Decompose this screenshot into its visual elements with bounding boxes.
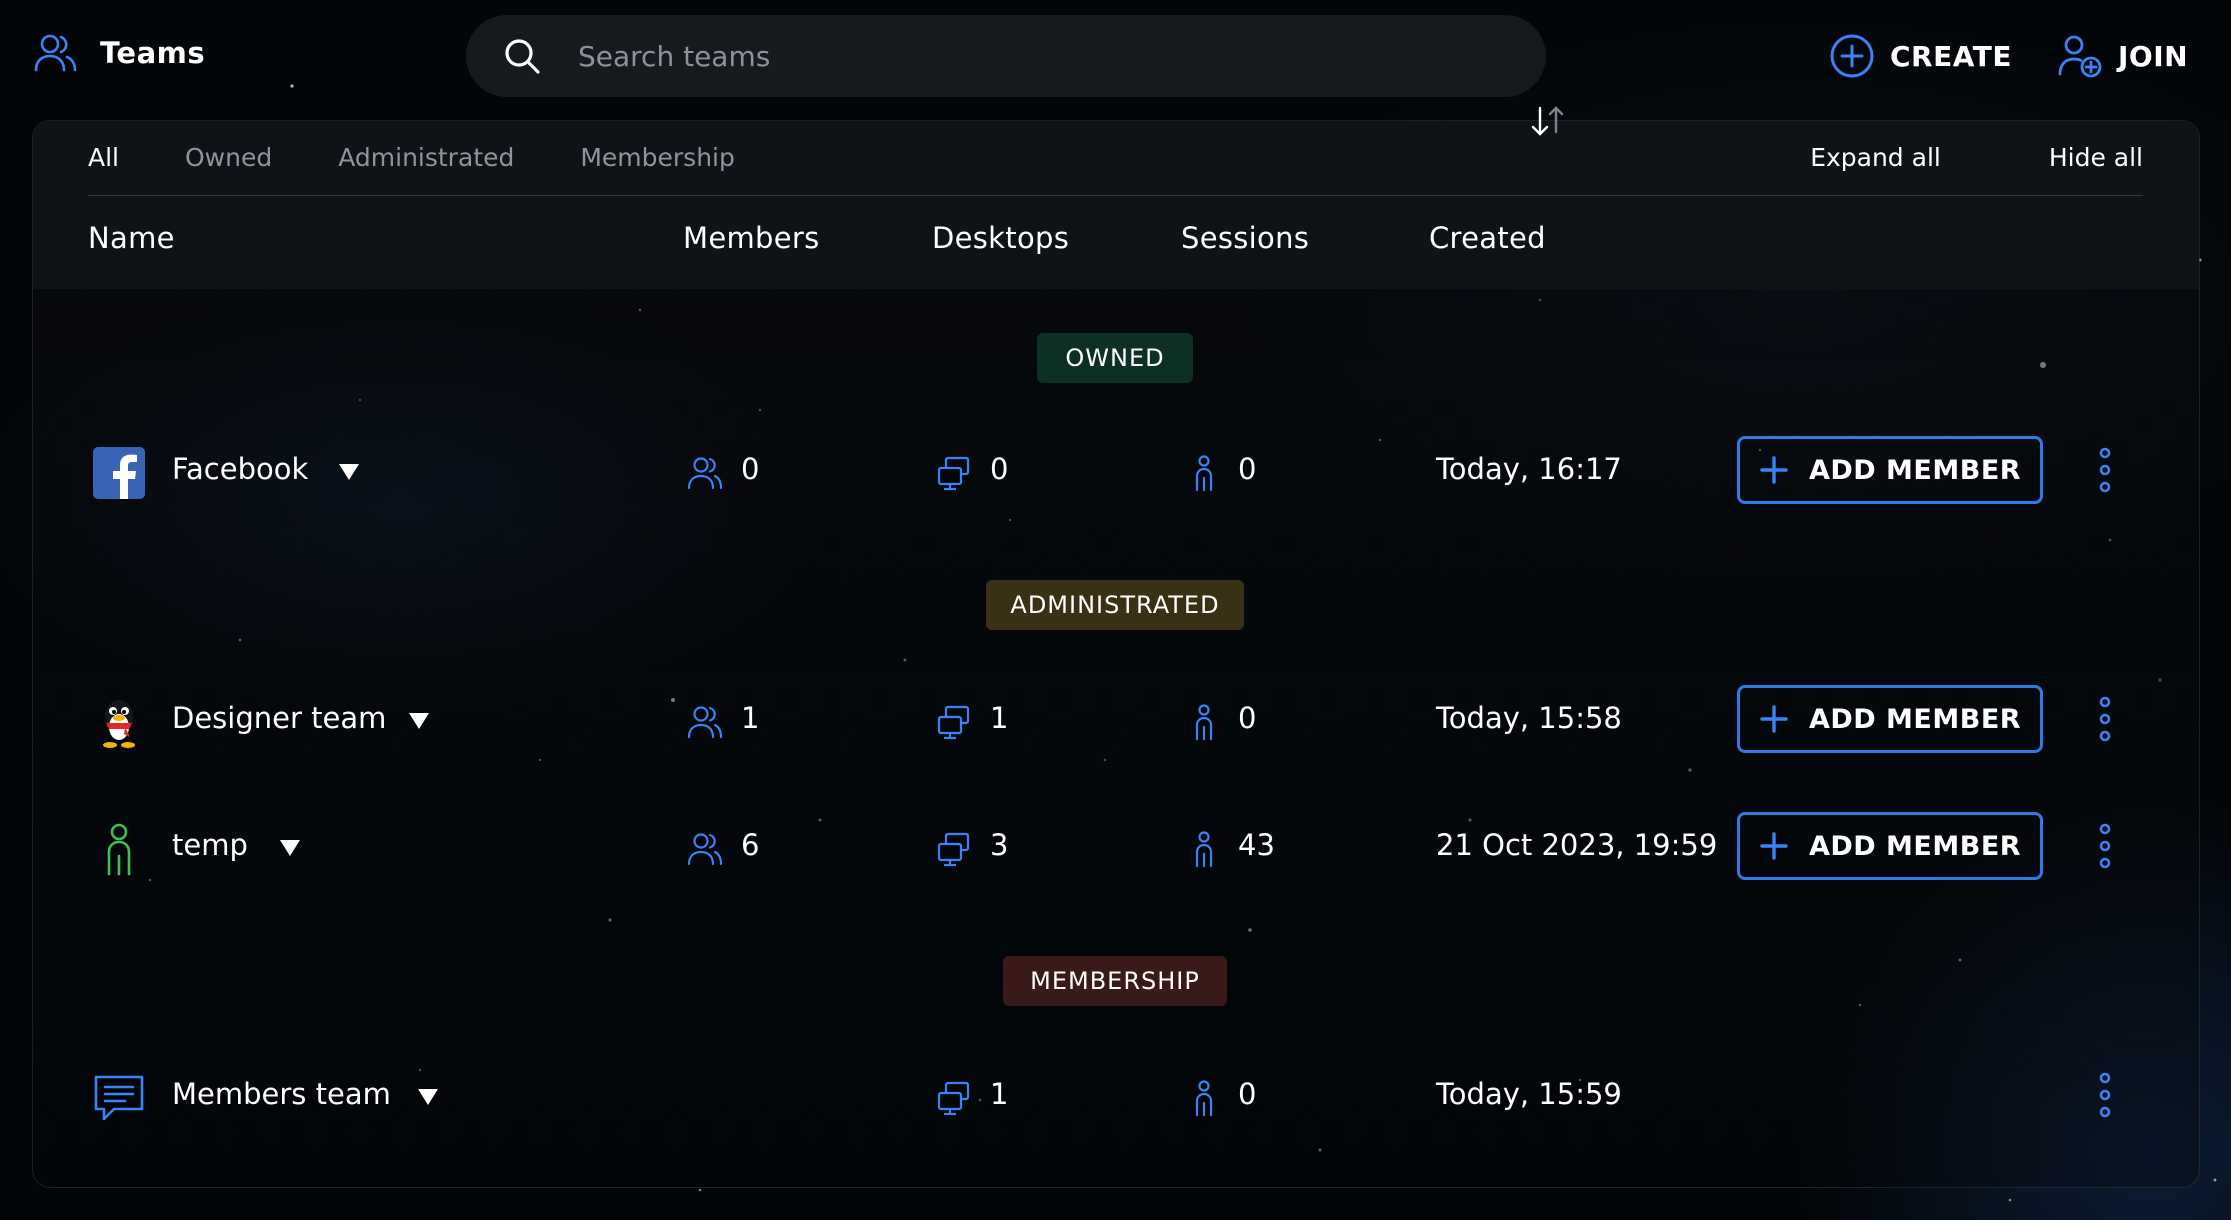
sessions-count: 0 [1238, 701, 1257, 735]
session-user-icon [1195, 704, 1213, 741]
join-label: JOIN [2118, 39, 2189, 73]
hide-all-button[interactable]: Hide all [2049, 143, 2143, 172]
top-bar: Teams CREATE JOIN [0, 0, 2231, 112]
join-button[interactable]: JOIN [2056, 32, 2188, 80]
members-count: 0 [741, 452, 760, 486]
section-badge-membership: MEMBERSHIP [1003, 956, 1227, 1006]
teams-panel: All Owned Administrated Membership Expan… [32, 120, 2200, 1188]
more-options-icon[interactable] [2095, 446, 2115, 494]
created-date: Today, 15:59 [1436, 1077, 1622, 1111]
section-badge-owned: OWNED [1037, 333, 1193, 383]
expand-caret-icon[interactable] [339, 464, 359, 480]
add-member-button[interactable]: ADD MEMBER [1737, 812, 2043, 880]
plus-icon [1760, 832, 1788, 860]
chat-icon [94, 1075, 144, 1121]
panel-header: All Owned Administrated Membership Expan… [33, 121, 2199, 289]
filter-tabs: All Owned Administrated Membership [88, 143, 801, 172]
table-row[interactable]: Designer team 1 1 0 Today, 15:58 ADD MEM… [0, 681, 2231, 761]
table-row[interactable]: Facebook 0 0 0 Today, 16:17 ADD MEMBER [0, 432, 2231, 512]
facebook-icon [93, 447, 145, 499]
members-icon [687, 833, 723, 866]
members-icon [687, 457, 723, 490]
created-date: 21 Oct 2023, 19:59 [1436, 828, 1718, 862]
session-user-icon [1195, 1080, 1213, 1117]
column-header-name[interactable]: Name [88, 221, 175, 255]
table-row[interactable]: Members team 1 0 Today, 15:59 [0, 1057, 2231, 1137]
penguin-icon [103, 700, 135, 748]
members-icon [687, 706, 723, 739]
desktops-icon [937, 1081, 970, 1116]
sessions-count: 0 [1238, 452, 1257, 486]
sort-icon[interactable] [1528, 104, 1568, 138]
column-header-members[interactable]: Members [683, 221, 820, 255]
tab-owned[interactable]: Owned [185, 143, 272, 172]
add-member-label: ADD MEMBER [1808, 454, 2022, 486]
desktops-count: 1 [990, 701, 1009, 735]
sessions-count: 43 [1238, 828, 1275, 862]
expand-caret-icon[interactable] [418, 1089, 438, 1105]
teams-icon [34, 34, 77, 72]
more-options-icon[interactable] [2095, 695, 2115, 743]
created-date: Today, 15:58 [1436, 701, 1622, 735]
expand-caret-icon[interactable] [280, 840, 300, 856]
user-plus-icon [2058, 35, 2102, 78]
column-header-sessions[interactable]: Sessions [1181, 221, 1309, 255]
column-header-created[interactable]: Created [1429, 221, 1546, 255]
team-name[interactable]: Members team [172, 1077, 391, 1111]
sessions-count: 0 [1238, 1077, 1257, 1111]
search-input[interactable] [576, 38, 1480, 74]
session-user-icon [1195, 831, 1213, 868]
members-count: 6 [741, 828, 760, 862]
table-row[interactable]: temp 6 3 43 21 Oct 2023, 19:59 ADD MEMBE… [0, 808, 2231, 888]
add-member-button[interactable]: ADD MEMBER [1737, 436, 2043, 504]
header-divider [88, 195, 2143, 196]
desktops-icon [937, 705, 970, 740]
add-member-label: ADD MEMBER [1808, 830, 2022, 862]
team-name[interactable]: Facebook [172, 452, 308, 486]
person-icon [107, 823, 131, 876]
expand-caret-icon[interactable] [409, 713, 429, 729]
add-member-button[interactable]: ADD MEMBER [1737, 685, 2043, 753]
more-options-icon[interactable] [2095, 822, 2115, 870]
desktops-count: 0 [990, 452, 1009, 486]
tab-all[interactable]: All [88, 143, 119, 172]
plus-circle-icon [1830, 34, 1874, 78]
team-name[interactable]: Designer team [172, 701, 386, 735]
column-header-desktops[interactable]: Desktops [932, 221, 1069, 255]
plus-icon [1760, 456, 1788, 484]
session-user-icon [1195, 455, 1213, 492]
expand-all-button[interactable]: Expand all [1810, 143, 1941, 172]
expand-controls: Expand all Hide all [1810, 143, 2143, 172]
create-button[interactable]: CREATE [1828, 32, 2012, 80]
desktops-icon [937, 832, 970, 867]
desktops-count: 3 [990, 828, 1009, 862]
team-name[interactable]: temp [172, 828, 248, 862]
plus-icon [1760, 705, 1788, 733]
tab-membership[interactable]: Membership [580, 143, 735, 172]
desktops-icon [937, 456, 970, 491]
created-date: Today, 16:17 [1436, 452, 1622, 486]
tab-administrated[interactable]: Administrated [338, 143, 514, 172]
create-label: CREATE [1890, 39, 2012, 73]
search-icon [505, 39, 540, 74]
more-options-icon[interactable] [2095, 1071, 2115, 1119]
members-count: 1 [741, 701, 760, 735]
brand: Teams [32, 30, 205, 76]
search-bar[interactable] [466, 15, 1546, 97]
page-title: Teams [100, 36, 206, 70]
section-badge-administrated: ADMINISTRATED [986, 580, 1244, 630]
desktops-count: 1 [990, 1077, 1009, 1111]
add-member-label: ADD MEMBER [1808, 703, 2022, 735]
